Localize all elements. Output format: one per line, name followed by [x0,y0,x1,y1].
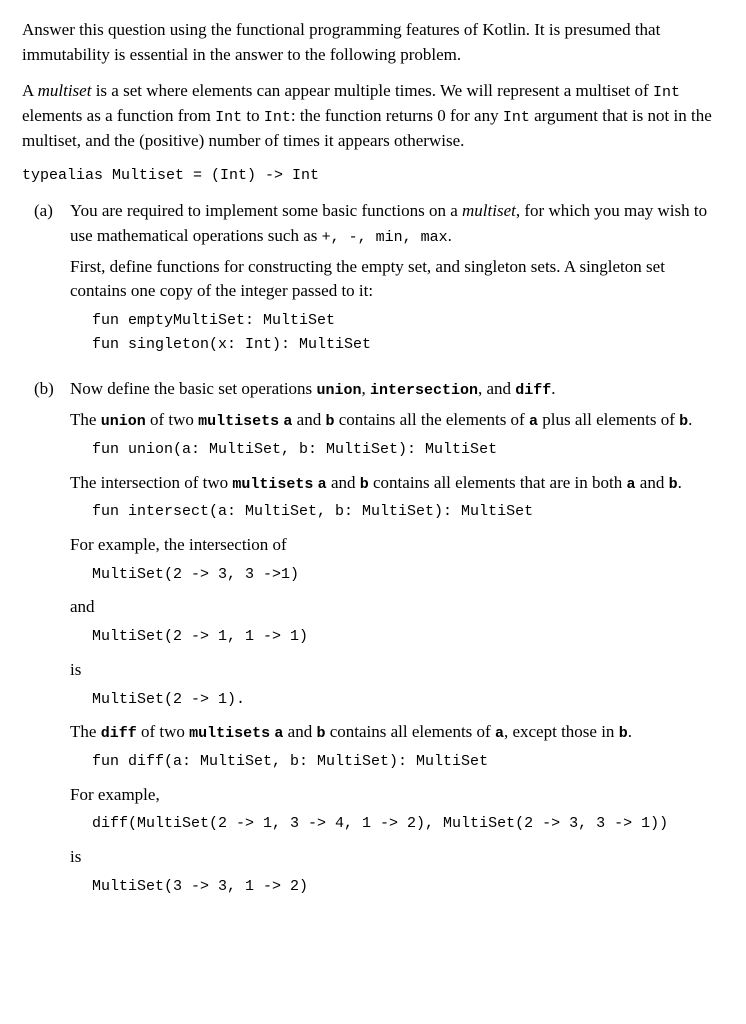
text: of two [146,410,198,429]
type-int: Int [264,109,291,126]
typealias-code: typealias Multiset = (Int) -> Int [22,165,724,187]
text: . [448,226,452,245]
var-a: a [318,476,327,493]
op-union: union [316,382,361,399]
intro-paragraph-1: Answer this question using the functiona… [22,18,724,67]
b-paragraph-1: Now define the basic set operations unio… [70,377,724,402]
text: contains all the elements of [334,410,529,429]
intersect-result: MultiSet(2 -> 1). [92,689,724,711]
text: plus all elements of [538,410,679,429]
var-b: b [619,725,628,742]
union-paragraph: The union of two multisets a and b conta… [70,408,724,433]
type-int: Int [503,109,530,126]
op-diff: diff [515,382,551,399]
var-a: a [529,413,538,430]
text: is a set where elements can appear multi… [91,81,653,100]
diff-paragraph: The diff of two multisets a and b contai… [70,720,724,745]
item-label-a: (a) [34,199,70,224]
text: The [70,410,101,429]
type-int: Int [653,84,680,101]
text: . [628,722,632,741]
term-multisets: multisets [189,725,270,742]
item-body-b: Now define the basic set operations unio… [70,377,724,907]
union-code: fun union(a: MultiSet, b: MultiSet): Mul… [92,439,724,461]
item-a: (a) You are required to implement some b… [34,199,724,365]
text: . [551,379,555,398]
a-code-empty: fun emptyMultiSet: MultiSet [92,310,724,332]
text: and [283,722,316,741]
text: A [22,81,38,100]
var-a: a [495,725,504,742]
op-intersection: intersection [370,382,478,399]
intersect-example-a: MultiSet(2 -> 3, 3 ->1) [92,564,724,586]
ops-list: +, -, min, max [322,229,448,246]
text: . [678,473,682,492]
text: The [70,722,101,741]
text: . [688,410,692,429]
intersect-is: is [70,658,724,683]
diff-is: is [70,845,724,870]
intersect-and: and [70,595,724,620]
item-label-b: (b) [34,377,70,402]
var-b: b [360,476,369,493]
text: Now define the basic set operations [70,379,316,398]
intersect-paragraph: The intersection of two multisets a and … [70,471,724,496]
var-b: b [679,413,688,430]
a-code-singleton: fun singleton(x: Int): MultiSet [92,334,724,356]
type-int: Int [215,109,242,126]
var-a: a [627,476,636,493]
text: and [292,410,325,429]
item-body-a: You are required to implement some basic… [70,199,724,365]
intro-paragraph-2: A multiset is a set where elements can a… [22,79,724,153]
text: The intersection of two [70,473,232,492]
diff-example-pre: For example, [70,783,724,808]
diff-example-call: diff(MultiSet(2 -> 1, 3 -> 4, 1 -> 2), M… [92,813,724,835]
diff-result: MultiSet(3 -> 3, 1 -> 2) [92,876,724,898]
text: of two [137,722,189,741]
a-paragraph-2: First, define functions for constructing… [70,255,724,304]
text: , [361,379,370,398]
intersect-example-b: MultiSet(2 -> 1, 1 -> 1) [92,626,724,648]
var-b: b [669,476,678,493]
op-union: union [101,413,146,430]
text: and [327,473,360,492]
text: contains all elements of [325,722,494,741]
text: : the function returns 0 for any [291,106,503,125]
text: to [242,106,264,125]
intersect-code: fun intersect(a: MultiSet, b: MultiSet):… [92,501,724,523]
question-list: (a) You are required to implement some b… [34,199,724,907]
term-multisets: multisets [232,476,313,493]
text: You are required to implement some basic… [70,201,462,220]
term-multiset: multiset [462,201,516,220]
text: and [636,473,669,492]
text: , and [478,379,515,398]
item-b: (b) Now define the basic set operations … [34,377,724,907]
text: elements as a function from [22,106,215,125]
a-paragraph-1: You are required to implement some basic… [70,199,724,248]
op-diff: diff [101,725,137,742]
term-multisets: multisets [198,413,279,430]
text: , except those in [504,722,619,741]
diff-code: fun diff(a: MultiSet, b: MultiSet): Mult… [92,751,724,773]
term-multiset: multiset [38,81,92,100]
intersect-example-pre: For example, the intersection of [70,533,724,558]
text: contains all elements that are in both [369,473,627,492]
